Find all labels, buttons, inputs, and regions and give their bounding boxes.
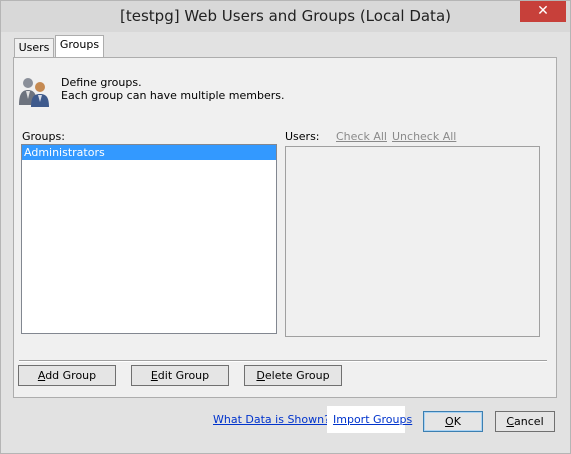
- add-group-button[interactable]: Add Group: [18, 365, 116, 386]
- users-label: Users:: [285, 130, 320, 143]
- delete-group-mnemonic: D: [256, 369, 265, 382]
- group-item-administrators[interactable]: Administrators: [22, 145, 276, 160]
- edit-group-button[interactable]: Edit Group: [131, 365, 229, 386]
- cancel-mnemonic: C: [506, 415, 515, 428]
- add-group-label: dd Group: [45, 369, 97, 382]
- tab-users[interactable]: Users: [14, 38, 54, 57]
- edit-group-mnemonic: E: [150, 369, 158, 382]
- close-button[interactable]: ✕: [520, 1, 566, 22]
- ok-button[interactable]: OK: [423, 411, 483, 432]
- users-group-icon: [19, 78, 49, 107]
- separator: [19, 360, 547, 362]
- uncheck-all-link[interactable]: Uncheck All: [392, 130, 456, 143]
- description: Define groups. Each group can have multi…: [61, 76, 285, 102]
- description-line-1: Define groups.: [61, 76, 142, 89]
- cancel-button[interactable]: Cancel: [495, 411, 555, 432]
- ok-mnemonic: O: [445, 415, 454, 428]
- delete-group-label: elete Group: [264, 369, 330, 382]
- groups-panel: Define groups. Each group can have multi…: [13, 57, 557, 398]
- import-groups-link[interactable]: Import Groups: [333, 413, 412, 426]
- tab-groups[interactable]: Groups: [55, 35, 104, 58]
- what-data-shown-link[interactable]: What Data is Shown?: [213, 413, 330, 426]
- description-line-2: Each group can have multiple members.: [61, 89, 285, 102]
- check-all-link[interactable]: Check All: [336, 130, 387, 143]
- groups-list[interactable]: Administrators: [21, 144, 277, 334]
- ok-label: K: [453, 415, 461, 428]
- delete-group-button[interactable]: Delete Group: [244, 365, 342, 386]
- title-bar[interactable]: [testpg] Web Users and Groups (Local Dat…: [1, 1, 570, 32]
- dialog-window: [testpg] Web Users and Groups (Local Dat…: [0, 0, 571, 454]
- users-list[interactable]: [285, 146, 540, 337]
- cancel-label: ancel: [514, 415, 544, 428]
- edit-group-label: dit Group: [157, 369, 210, 382]
- groups-label: Groups:: [22, 130, 65, 143]
- window-title: [testpg] Web Users and Groups (Local Dat…: [120, 7, 451, 25]
